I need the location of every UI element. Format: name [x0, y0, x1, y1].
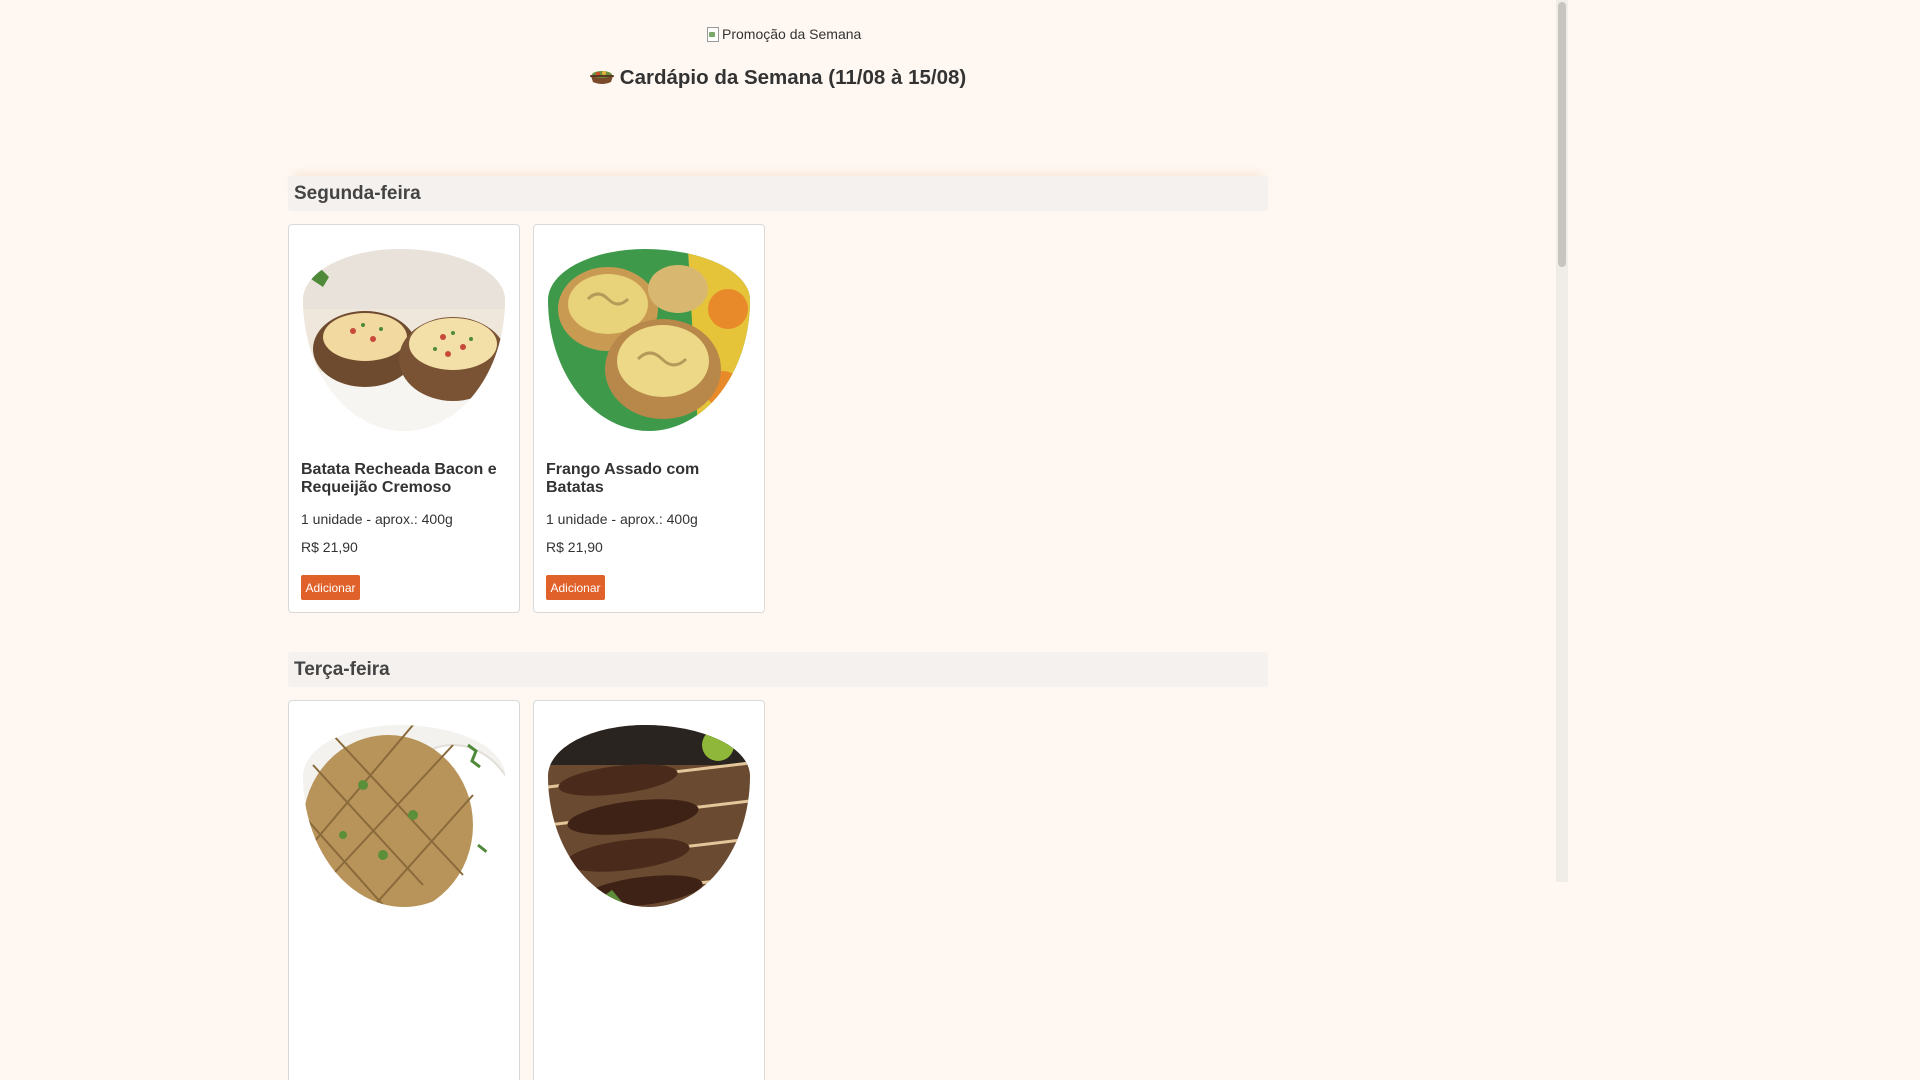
dish-photo-kibe-assado: [303, 725, 505, 907]
add-button[interactable]: Adicionar: [301, 575, 360, 600]
promo-image-alt-text: Promoção da Semana: [722, 26, 862, 42]
dish-photo-batata-recheada: [303, 249, 505, 431]
promo-image-broken[interactable]: Promoção da Semana: [706, 24, 861, 44]
page-scrollbar[interactable]: [1556, 0, 1568, 882]
menu-item-card: [288, 700, 520, 1080]
item-price: R$ 21,90: [546, 539, 603, 555]
day-header-terca: Terça-feira: [288, 652, 1268, 687]
scrollbar-thumb[interactable]: [1558, 2, 1566, 267]
item-portion: 1 unidade - aprox.: 400g: [546, 511, 698, 527]
item-portion: 1 unidade - aprox.: 400g: [301, 511, 453, 527]
add-button[interactable]: Adicionar: [546, 575, 605, 600]
day-header-segunda: Segunda-feira: [288, 176, 1268, 211]
menu-title-text: Cardápio da Semana (11/08 à 15/08): [619, 66, 967, 89]
menu-item-card: [533, 700, 765, 1080]
item-name: Frango Assado com Batatas: [546, 461, 700, 496]
menu-item-card: Batata Recheada Bacon e Requeijão Cremos…: [288, 224, 520, 613]
dish-photo-kafta-espetos: [548, 725, 750, 907]
broken-image-icon: [706, 26, 720, 42]
menu-item-card: Frango Assado com Batatas 1 unidade - ap…: [533, 224, 765, 613]
item-price: R$ 21,90: [301, 539, 358, 555]
item-name: Batata Recheada Bacon e Requeijão Cremos…: [301, 461, 497, 496]
pot-of-food-icon: [589, 71, 614, 84]
dish-photo-frango-assado: [548, 249, 750, 431]
page-title: Cardápio da Semana (11/08 à 15/08): [0, 66, 1556, 90]
menu-page: Promoção da Semana Cardápio da Semana (1…: [0, 0, 1556, 1080]
